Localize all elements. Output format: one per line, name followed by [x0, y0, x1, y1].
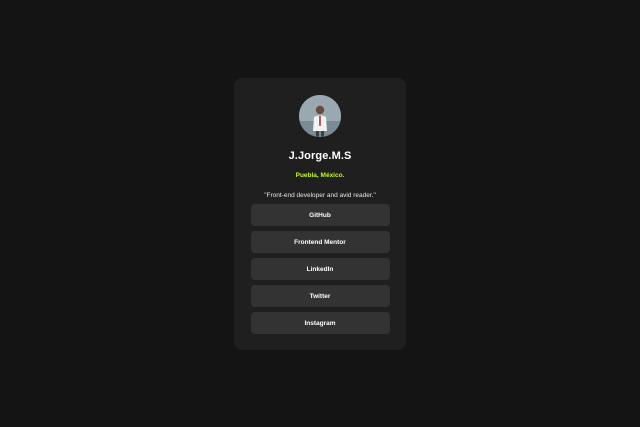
- link-twitter-button[interactable]: Twitter: [250, 285, 390, 307]
- profile-name: J.Jorge.M.S: [288, 150, 352, 162]
- avatar: [299, 95, 341, 137]
- link-github-button[interactable]: GitHub: [250, 204, 390, 226]
- link-instagram-button[interactable]: Instagram: [250, 312, 390, 334]
- profile-location: Puebla, México.: [295, 172, 345, 179]
- avatar-photo: [299, 95, 341, 137]
- profile-bio: "Front-end developer and avid reader.": [264, 192, 376, 199]
- link-frontend-mentor-button[interactable]: Frontend Mentor: [250, 231, 390, 253]
- social-links: GitHub Frontend Mentor LinkedIn Twitter …: [250, 204, 390, 334]
- link-linkedin-button[interactable]: LinkedIn: [250, 258, 390, 280]
- profile-card: J.Jorge.M.S Puebla, México. "Front-end d…: [234, 78, 406, 350]
